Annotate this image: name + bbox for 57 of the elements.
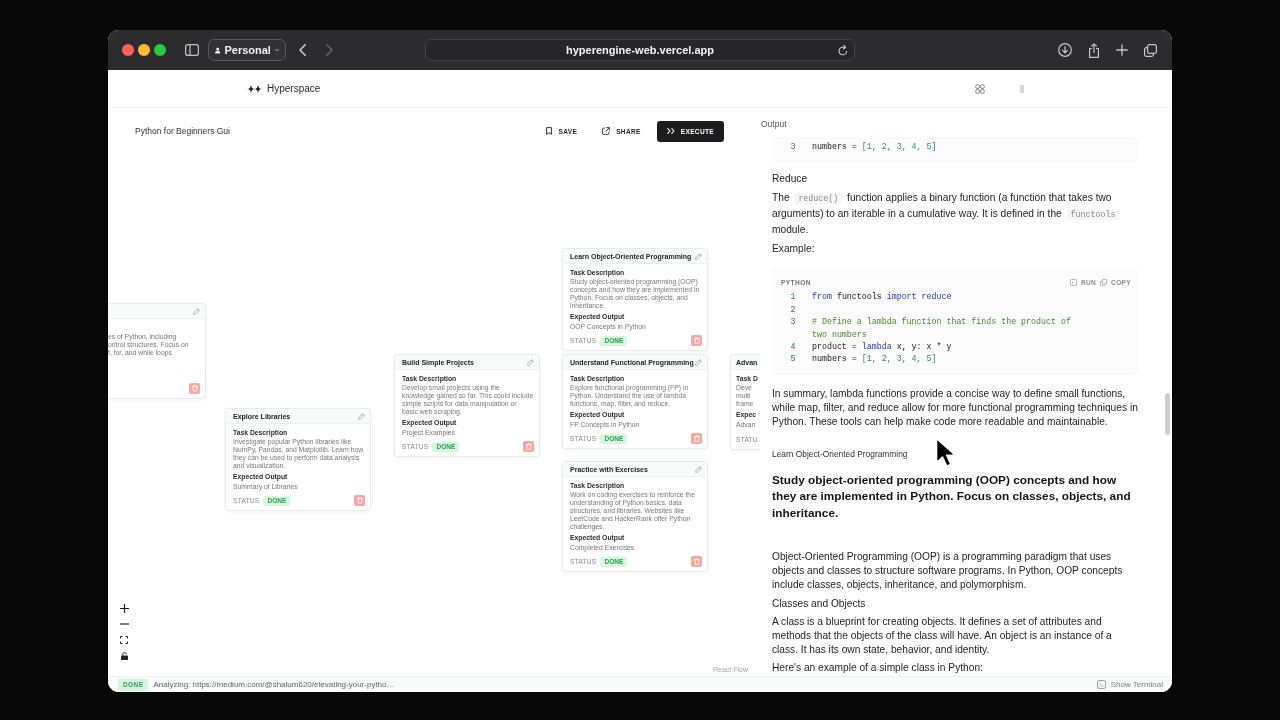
person-icon bbox=[215, 45, 221, 55]
tabs-icon[interactable] bbox=[1144, 43, 1157, 57]
zoom-in-icon[interactable] bbox=[119, 603, 129, 613]
status-message: Analyzing: https://medium.com/@shalum620/elevating-your-pytho… bbox=[153, 680, 395, 689]
section-heading: Reduce bbox=[772, 172, 809, 187]
trash-icon bbox=[356, 497, 363, 504]
address-field[interactable]: hyperengine-web.vercel.app bbox=[425, 39, 855, 61]
sidebar-icon[interactable] bbox=[185, 44, 199, 56]
brand-name: Hyperspace bbox=[267, 83, 321, 94]
download-icon[interactable] bbox=[1058, 43, 1072, 57]
chevron-down-icon bbox=[274, 48, 279, 52]
paragraph: The reduce() function applies a binary function (a function that takes two arguments) to an iterable in a cumulative way. It is defined in the functools module. bbox=[772, 190, 1138, 239]
trash-icon bbox=[191, 385, 198, 392]
share-icon bbox=[602, 127, 611, 135]
section-heading: Classes and Objects bbox=[772, 597, 867, 612]
line-number: 3 bbox=[789, 141, 797, 153]
copy-icon bbox=[1100, 278, 1108, 286]
trash-icon bbox=[693, 337, 700, 344]
trash-icon bbox=[693, 435, 700, 442]
line-number: 4 bbox=[789, 341, 797, 354]
trash-icon bbox=[693, 558, 700, 565]
profile-button[interactable]: Personal bbox=[208, 39, 286, 61]
line-number: 3 bbox=[789, 316, 797, 329]
lock-icon[interactable] bbox=[120, 652, 128, 660]
share-icon[interactable] bbox=[1088, 42, 1100, 58]
terminal-icon bbox=[1069, 278, 1077, 286]
minimize-window-icon[interactable] bbox=[138, 44, 150, 56]
paragraph: Example: bbox=[772, 242, 816, 257]
flow-title: Python for Beginners Gui bbox=[135, 126, 230, 136]
paragraph: In summary, lambda functions provide a concise way to define small functions, while map, filter, and reduce allow for more functional programming techniques in Python. These tools can help make code more readable and maintainable. bbox=[772, 386, 1138, 429]
code-line: product = lambda x, y: x * y bbox=[812, 341, 953, 354]
code-line: from functools import reduce bbox=[812, 291, 953, 304]
paragraph: Here's an example of a simple class in Python: bbox=[772, 661, 984, 676]
fit-view-icon[interactable] bbox=[120, 636, 128, 644]
close-window-icon[interactable] bbox=[122, 44, 134, 56]
code-line: numbers = [1, 2, 3, 4, 5] bbox=[812, 141, 938, 153]
code-line: # Define a lambda function that finds the product of two numbers bbox=[812, 316, 1072, 341]
bookmark-icon bbox=[546, 127, 553, 135]
trash-icon bbox=[525, 443, 532, 450]
show-terminal-button[interactable]: Show Terminal bbox=[1096, 680, 1163, 689]
line-number: 5 bbox=[789, 353, 797, 366]
task-title: Study object-oriented programming (OOP) concepts and how they are implemented in Python. Focus on classes, objects, and inheritance. bbox=[772, 471, 1132, 522]
code-line: numbers = [1, 2, 3, 4, 5] bbox=[812, 353, 938, 366]
paragraph: Object-Oriented Programming (OOP) is a programming paradigm that uses objects and classes to structure software programs. In Python, OOP concepts include classes, objects, inheritance, and polymorphism. bbox=[772, 550, 1124, 593]
chevrons-icon bbox=[666, 128, 675, 134]
line-number: 1 bbox=[789, 291, 797, 304]
task-label: Learn Object-Oriented Programming bbox=[772, 447, 909, 460]
panel-label: Output bbox=[760, 118, 788, 131]
scrollbar[interactable] bbox=[1165, 393, 1170, 435]
line-number: 2 bbox=[789, 303, 797, 316]
grid-icon[interactable] bbox=[975, 83, 985, 94]
zoom-window-icon[interactable] bbox=[154, 44, 166, 56]
new-tab-icon[interactable] bbox=[1116, 44, 1128, 56]
terminal-icon bbox=[1096, 680, 1106, 689]
reload-icon[interactable] bbox=[838, 44, 848, 56]
paragraph: A class is a blueprint for creating objects. It defines a set of attributes and methods that the objects of the class will have. An object is an instance of a class. It has its own state, behavior, and identity. bbox=[772, 615, 1113, 658]
back-icon[interactable] bbox=[299, 44, 306, 56]
